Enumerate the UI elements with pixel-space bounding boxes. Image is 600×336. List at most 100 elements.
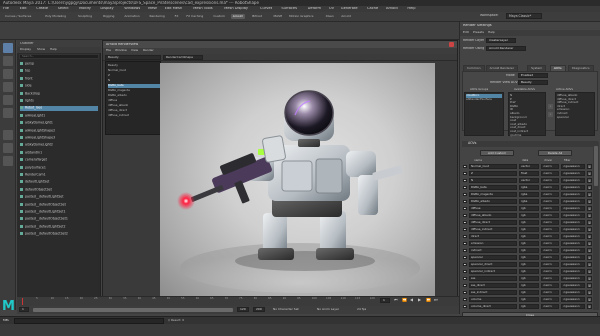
move-tool-icon[interactable]: [3, 82, 13, 92]
outliner-item[interactable]: Backdrop: [20, 91, 98, 97]
shelf-tab-rigging[interactable]: Rigging: [101, 14, 116, 19]
aov-driver-dropdown[interactable]: <exr>: [541, 248, 559, 253]
delete-aov-icon[interactable]: ×: [587, 290, 592, 295]
aov-list-item[interactable]: diffuse_direct: [108, 109, 127, 113]
aov-data-dropdown[interactable]: vector: [519, 178, 539, 183]
play-forward-icon[interactable]: ▶: [418, 298, 421, 302]
menu-mesh-tools[interactable]: Mesh Tools: [193, 7, 212, 11]
aov-enabled-checkbox[interactable]: [463, 164, 467, 169]
menu-create[interactable]: Create: [36, 7, 48, 11]
delete-aov-icon[interactable]: ×: [587, 199, 592, 204]
menu-mesh-display[interactable]: Mesh Display: [224, 7, 248, 11]
shelf-tab-bifrost[interactable]: Bifrost: [250, 14, 264, 19]
aov-enabled-checkbox[interactable]: [463, 192, 467, 197]
aov-enabled-checkbox[interactable]: [463, 234, 467, 239]
aovs-section-header[interactable]: AOVs: [462, 141, 598, 147]
aov-list-item[interactable]: Z: [108, 74, 110, 78]
range-start-field[interactable]: 1: [19, 307, 29, 312]
shelf-tab-xgen[interactable]: XGen: [324, 14, 336, 19]
aov-driver-dropdown[interactable]: <exr>: [541, 255, 559, 260]
aov-enabled-checkbox[interactable]: [463, 213, 467, 218]
delete-all-button[interactable]: Delete All: [538, 150, 572, 156]
aov-name-field[interactable]: diffuse_albedo: [469, 213, 517, 218]
aov-data-dropdown[interactable]: rgb: [519, 241, 539, 246]
cmd-lang-label[interactable]: MEL: [3, 319, 9, 322]
aov-filter-dropdown[interactable]: <gaussian>: [561, 276, 585, 281]
lasso-tool-icon[interactable]: [3, 56, 13, 66]
aov-name-field[interactable]: sss_indirect: [469, 290, 517, 295]
aov-name-field[interactable]: specular_direct: [469, 262, 517, 267]
aov-list-item[interactable]: diffuse_albedo: [108, 104, 128, 108]
outliner-item[interactable]: polySurface1: [20, 165, 98, 171]
range-end-field[interactable]: 120: [237, 307, 249, 312]
rs-menu-presets[interactable]: Presets: [473, 31, 484, 34]
aov-name-field[interactable]: N: [469, 178, 517, 183]
outliner-item[interactable]: pasted__defaultObjectSet2: [20, 232, 98, 237]
aov-enabled-checkbox[interactable]: [463, 304, 467, 309]
aov-name-field[interactable]: RGBA_albedo: [469, 199, 517, 204]
outliner-item[interactable]: top: [20, 69, 98, 74]
delete-aov-icon[interactable]: ×: [587, 248, 592, 253]
aov-list-item[interactable]: RGBA_albedo: [108, 94, 127, 98]
aov-filter-dropdown[interactable]: <gaussian>: [561, 220, 585, 225]
aov-driver-dropdown[interactable]: <exr>: [541, 297, 559, 302]
character-set-label[interactable]: No Character Set: [273, 308, 299, 311]
delete-aov-icon[interactable]: ×: [587, 185, 592, 190]
workspace-dropdown[interactable]: Maya Classic*: [506, 13, 542, 19]
aov-driver-dropdown[interactable]: <exr>: [541, 199, 559, 204]
delete-aov-icon[interactable]: ×: [587, 297, 592, 302]
shelf-tab-mash[interactable]: MASH: [272, 14, 285, 19]
aov-data-dropdown[interactable]: rgb: [519, 227, 539, 232]
menu-file[interactable]: File: [3, 7, 9, 11]
aov-browser-item[interactable]: specular: [557, 116, 593, 120]
outliner-item[interactable]: pasted__defaultObjectSet1: [20, 217, 98, 222]
aov-data-dropdown[interactable]: rgb: [519, 206, 539, 211]
delete-aov-icon[interactable]: ×: [587, 171, 592, 176]
outliner-item[interactable]: front: [20, 76, 98, 82]
aov-data-dropdown[interactable]: rgb: [519, 262, 539, 267]
aov-driver-dropdown[interactable]: <exr>: [541, 227, 559, 232]
menu-edit-mesh[interactable]: Edit Mesh: [165, 7, 183, 11]
aov-data-dropdown[interactable]: rgb: [519, 269, 539, 274]
menu-arnold[interactable]: Arnold: [386, 7, 398, 11]
menu-curves[interactable]: Curves: [260, 7, 272, 11]
outliner-item[interactable]: lights: [20, 99, 98, 104]
step-forward-icon[interactable]: ⏩: [426, 298, 431, 302]
aov-enabled-checkbox[interactable]: [463, 220, 467, 225]
aov-driver-dropdown[interactable]: <exr>: [541, 192, 559, 197]
fps-label[interactable]: 24 fps: [357, 308, 366, 311]
aov-enabled-checkbox[interactable]: [463, 262, 467, 267]
aov-driver-dropdown[interactable]: <exr>: [541, 178, 559, 183]
delete-aov-icon[interactable]: ×: [587, 164, 592, 169]
aov-name-field[interactable]: emission: [469, 241, 517, 246]
delete-aov-icon[interactable]: ×: [587, 269, 592, 274]
aov-enabled-checkbox[interactable]: [463, 276, 467, 281]
aov-filter-dropdown[interactable]: <gaussian>: [561, 297, 585, 302]
aov-filter-dropdown[interactable]: <gaussian>: [561, 262, 585, 267]
rv-menu-render[interactable]: Render: [143, 49, 154, 52]
current-frame-field[interactable]: 1: [380, 298, 390, 303]
current-time-marker[interactable]: [22, 298, 23, 305]
aov-name-field[interactable]: RGBA_magenta: [469, 192, 517, 197]
tab-common[interactable]: Common: [463, 65, 485, 71]
aov-driver-dropdown[interactable]: <exr>: [541, 276, 559, 281]
delete-aov-icon[interactable]: ×: [587, 192, 592, 197]
aov-list-item[interactable]: Beauty: [108, 64, 118, 68]
menu-deform[interactable]: Deform: [308, 7, 321, 11]
aov-name-field[interactable]: direct: [469, 234, 517, 239]
aov-filter-dropdown[interactable]: <gaussian>: [561, 178, 585, 183]
aov-driver-dropdown[interactable]: <exr>: [541, 213, 559, 218]
aov-filter-dropdown[interactable]: <gaussian>: [561, 283, 585, 288]
aov-name-field[interactable]: specular: [469, 255, 517, 260]
menu-select[interactable]: Select: [58, 7, 69, 11]
four-view-icon[interactable]: [3, 143, 13, 153]
mode-dropdown[interactable]: Enabled: [518, 73, 548, 78]
aov-filter-dropdown[interactable]: <gaussian>: [561, 171, 585, 176]
tab-aovs[interactable]: AOVs: [549, 65, 566, 71]
delete-aov-icon[interactable]: ×: [587, 206, 592, 211]
aov-name-field[interactable]: indirect: [469, 248, 517, 253]
aov-enabled-checkbox[interactable]: [463, 185, 467, 190]
outliner-item[interactable]: side: [20, 84, 98, 89]
menu-windows[interactable]: Windows: [124, 7, 140, 11]
menu-mesh[interactable]: Mesh: [148, 7, 157, 11]
